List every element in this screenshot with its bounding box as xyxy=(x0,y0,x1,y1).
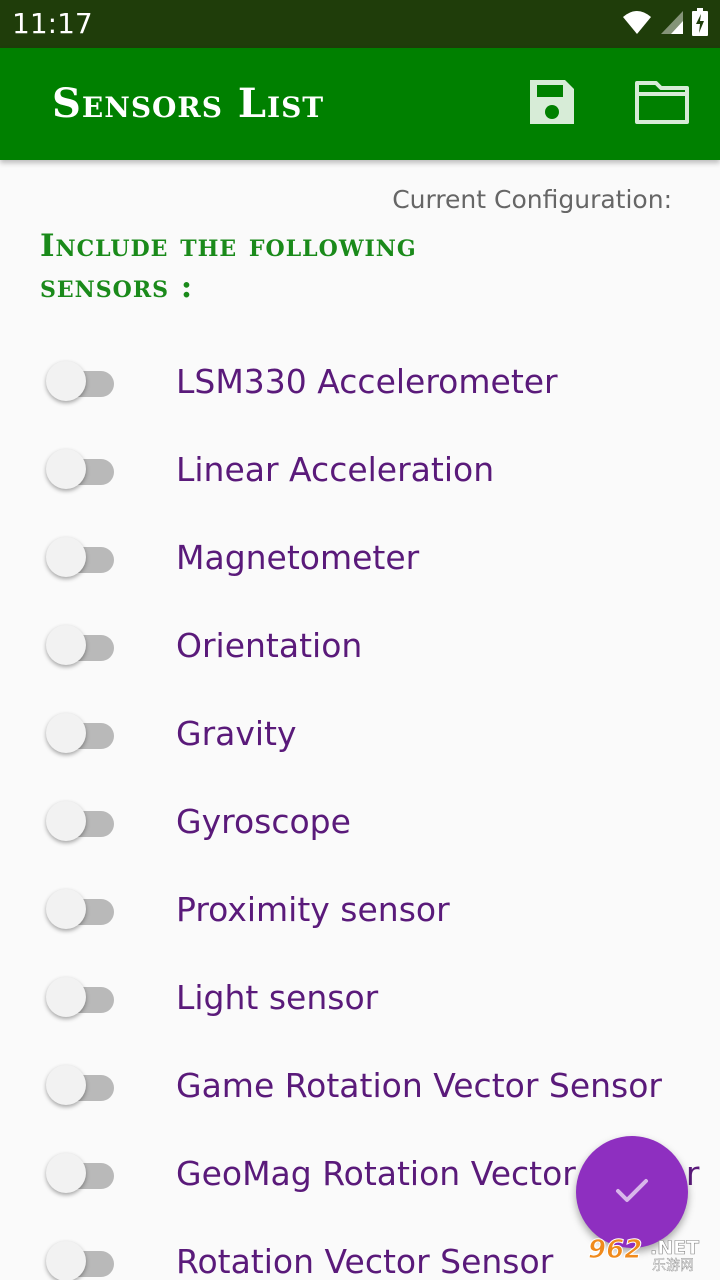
sensor-toggle[interactable] xyxy=(46,624,118,668)
status-icons xyxy=(622,8,708,40)
toggle-thumb xyxy=(46,537,86,577)
sensor-row: Proximity sensor xyxy=(0,866,720,954)
toggle-thumb xyxy=(46,801,86,841)
sensor-row: Linear Acceleration xyxy=(0,426,720,514)
app-title: Sensors List xyxy=(52,80,325,127)
sensor-label: LSM330 Accelerometer xyxy=(176,362,558,401)
sensor-row: Gravity xyxy=(0,690,720,778)
save-button[interactable] xyxy=(524,76,580,132)
toggle-thumb xyxy=(46,1153,86,1193)
sensor-row: Game Rotation Vector Sensor xyxy=(0,1042,720,1130)
wifi-icon xyxy=(622,9,652,39)
sensor-label: Gravity xyxy=(176,714,297,753)
save-icon xyxy=(527,77,577,131)
toggle-thumb xyxy=(46,625,86,665)
toggle-thumb xyxy=(46,1241,86,1280)
sensor-toggle[interactable] xyxy=(46,1152,118,1196)
screen: 11:17 Sensors List Current Configuration… xyxy=(0,0,720,1280)
sensor-toggle[interactable] xyxy=(46,1064,118,1108)
section-heading: Include the following sensors : xyxy=(40,228,417,305)
cell-signal-icon xyxy=(660,9,684,39)
current-configuration-label: Current Configuration: xyxy=(392,185,672,214)
sensor-label: Light sensor xyxy=(176,978,379,1017)
sensor-row: Light sensor xyxy=(0,954,720,1042)
sensor-label: Rotation Vector Sensor xyxy=(176,1242,554,1280)
toggle-thumb xyxy=(46,889,86,929)
sensor-row: LSM330 Accelerometer xyxy=(0,338,720,426)
check-icon xyxy=(612,1170,652,1214)
svg-text:.NET: .NET xyxy=(650,1237,699,1259)
toggle-thumb xyxy=(46,1065,86,1105)
folder-icon xyxy=(634,79,690,129)
sensor-toggle[interactable] xyxy=(46,712,118,756)
sensor-toggle[interactable] xyxy=(46,800,118,844)
open-folder-button[interactable] xyxy=(634,76,690,132)
sensor-toggle[interactable] xyxy=(46,448,118,492)
battery-charging-icon xyxy=(692,8,708,40)
toggle-thumb xyxy=(46,713,86,753)
status-time: 11:17 xyxy=(12,7,93,40)
sensor-label: Orientation xyxy=(176,626,363,665)
status-bar: 11:17 xyxy=(0,0,720,48)
sensor-label: Proximity sensor xyxy=(176,890,450,929)
toggle-thumb xyxy=(46,449,86,489)
app-bar: Sensors List xyxy=(0,48,720,160)
sensor-label: Linear Acceleration xyxy=(176,450,495,489)
sensor-toggle[interactable] xyxy=(46,1240,118,1280)
sensor-row: Magnetometer xyxy=(0,514,720,602)
sensor-label: Game Rotation Vector Sensor xyxy=(176,1066,662,1105)
toggle-thumb xyxy=(46,361,86,401)
sensor-label: Gyroscope xyxy=(176,802,351,841)
svg-text:962: 962 xyxy=(588,1235,642,1265)
sensor-row: Gyroscope xyxy=(0,778,720,866)
sensor-toggle[interactable] xyxy=(46,888,118,932)
sensor-toggle[interactable] xyxy=(46,536,118,580)
sensor-toggle[interactable] xyxy=(46,976,118,1020)
sensor-toggle[interactable] xyxy=(46,360,118,404)
sensor-label: Magnetometer xyxy=(176,538,420,577)
watermark-logo: 962 .NET 乐游网 xyxy=(586,1232,714,1275)
toggle-thumb xyxy=(46,977,86,1017)
svg-text:乐游网: 乐游网 xyxy=(652,1258,694,1272)
sensor-row: Orientation xyxy=(0,602,720,690)
